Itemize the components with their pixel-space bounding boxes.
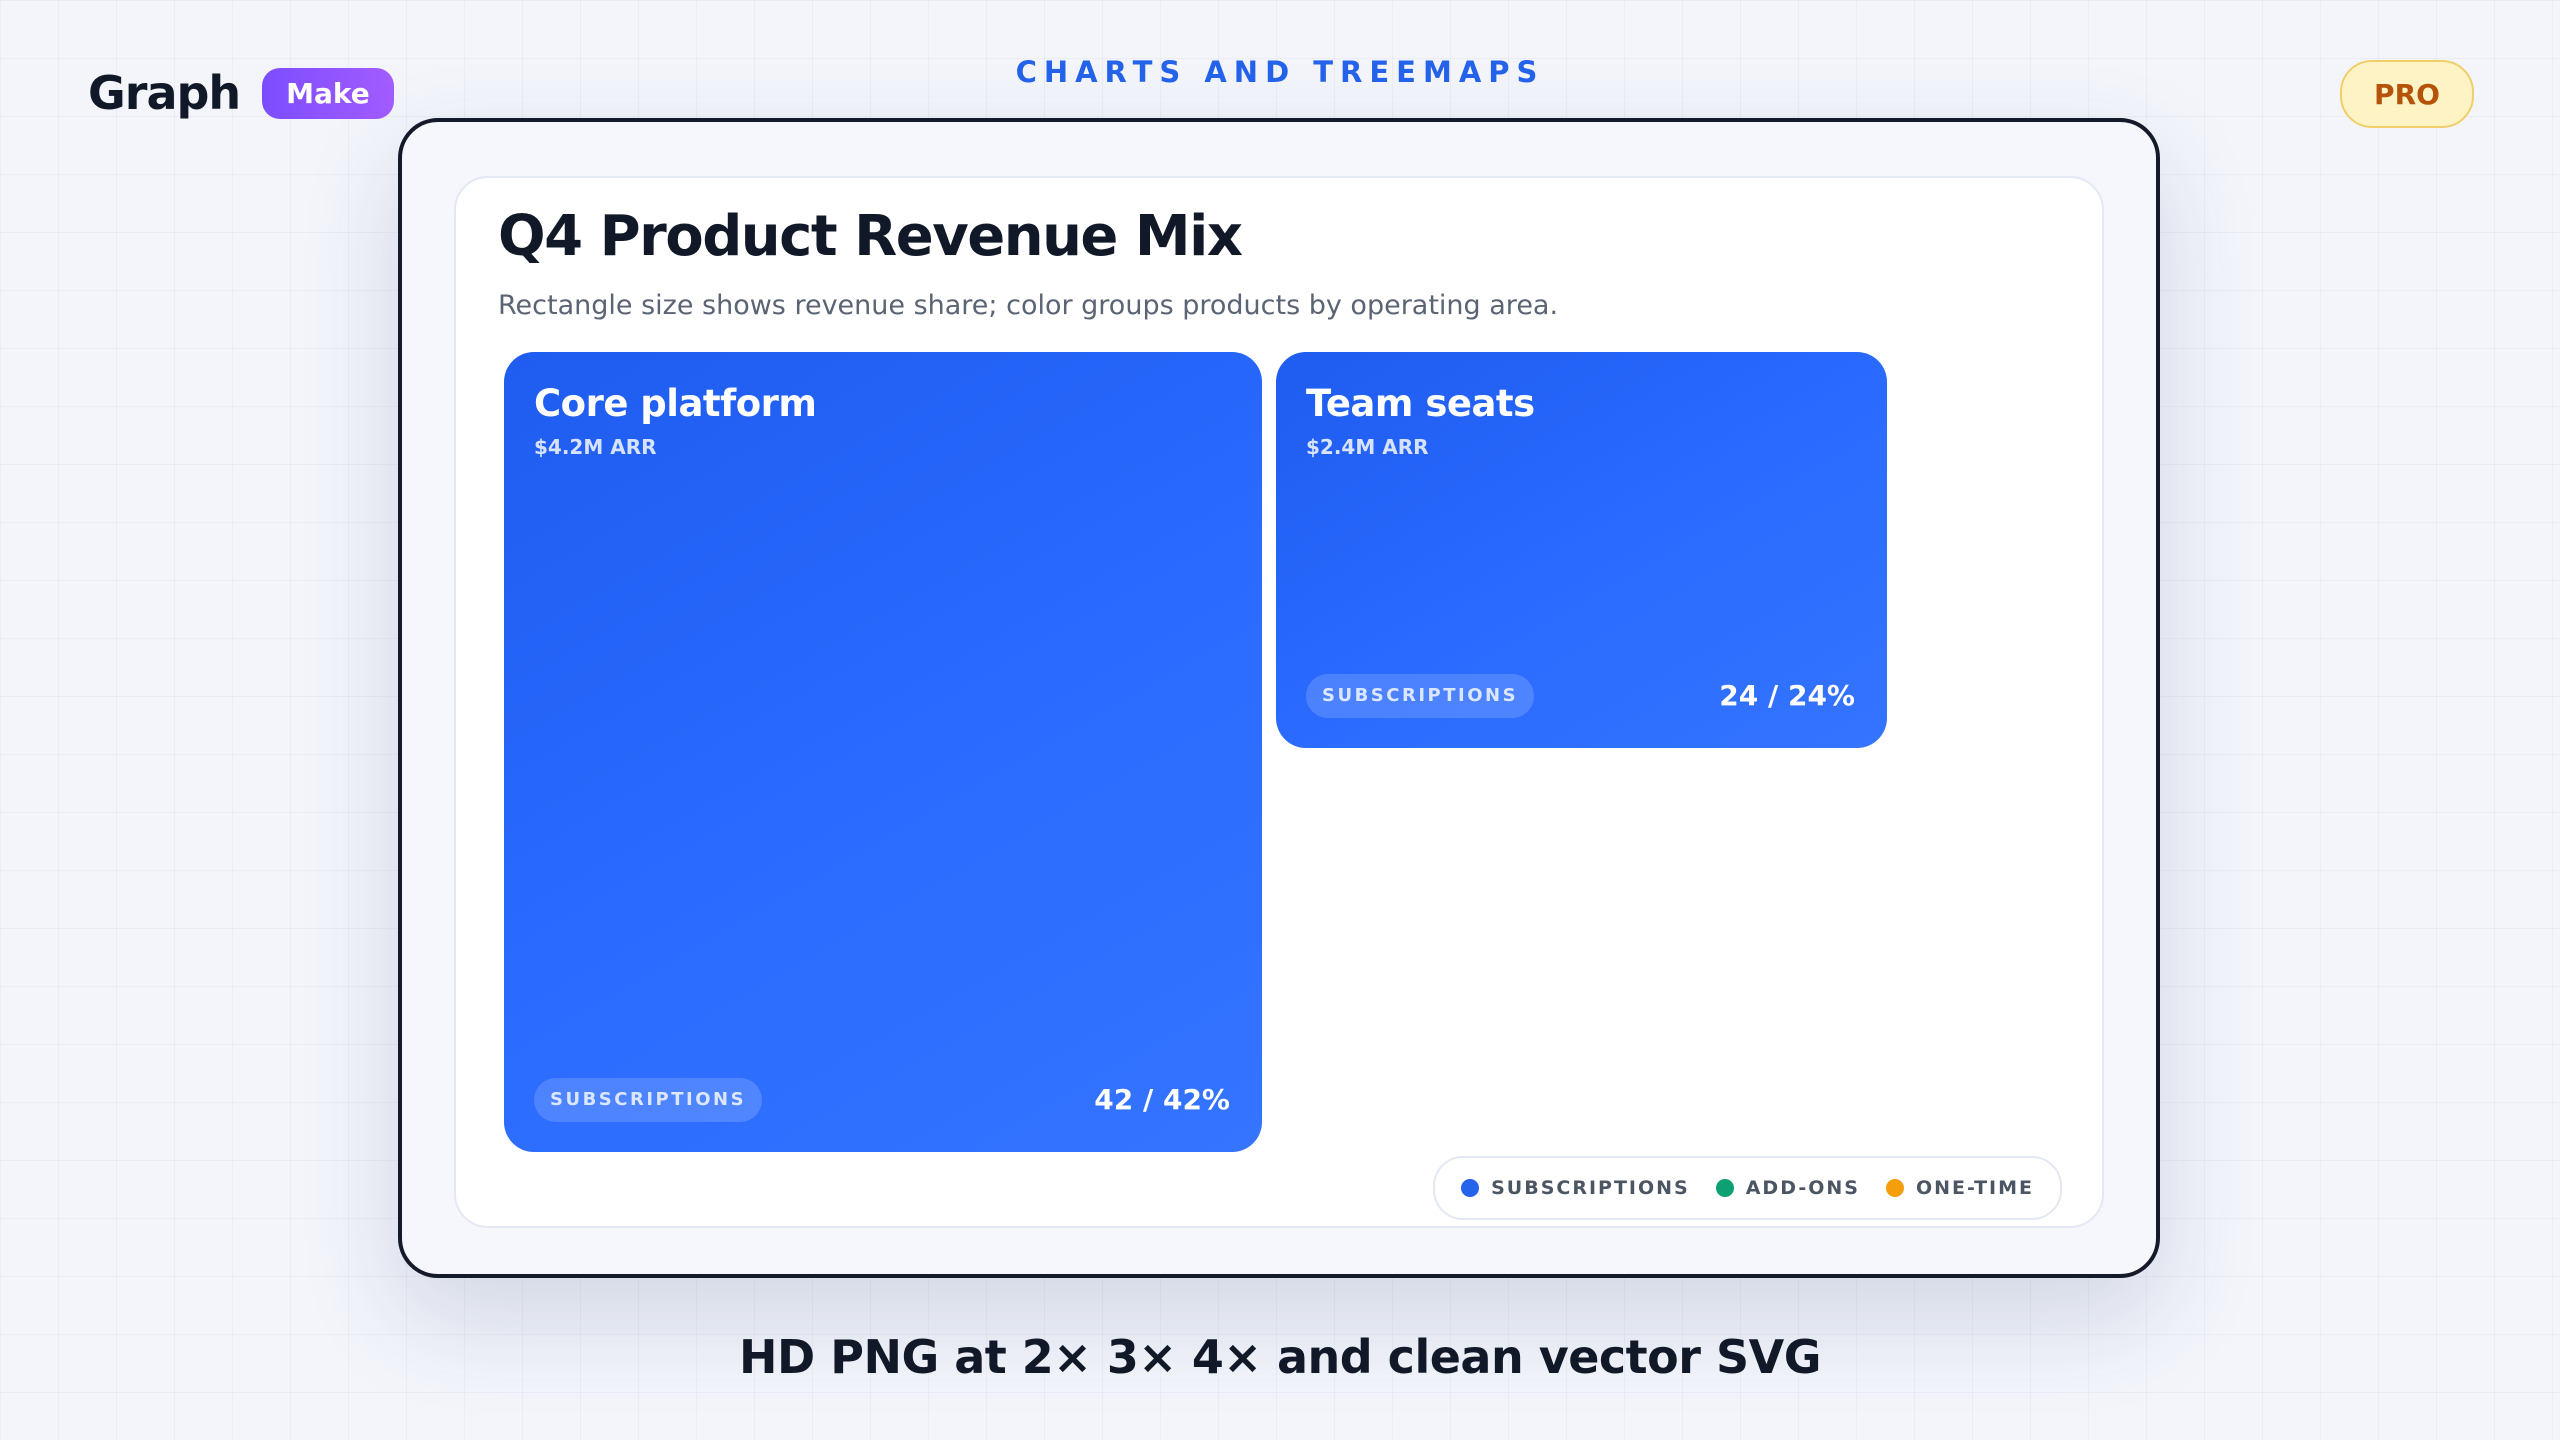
chart-card: Q4 Product Revenue Mix Rectangle size sh… xyxy=(454,176,2104,1228)
footer-caption: HD PNG at 2× 3× 4× and clean vector SVG xyxy=(739,1330,1821,1384)
page-header-title: CHARTS AND TREEMAPS xyxy=(1015,55,1545,89)
legend-dot-subscriptions xyxy=(1461,1179,1480,1197)
preview-frame: Q4 Product Revenue Mix Rectangle size sh… xyxy=(398,118,2160,1278)
tile-value: $4.2M ARR xyxy=(534,435,657,459)
legend-dot-add-ons xyxy=(1715,1179,1734,1197)
legend-item-add-ons: ADD-ONS xyxy=(1715,1177,1860,1199)
tile-share: 42 / 42% xyxy=(1094,1083,1230,1116)
treemap-area: Core platform $4.2M ARR SUBSCRIPTIONS 42 / … xyxy=(456,178,2106,1230)
tile-share: 24 / 24% xyxy=(1719,679,1855,712)
tile-group-tag: SUBSCRIPTIONS xyxy=(1306,674,1535,718)
legend-dot-one-time xyxy=(1885,1179,1904,1197)
tile-name: Team seats xyxy=(1306,382,1535,425)
pro-badge[interactable]: PRO xyxy=(2340,60,2474,128)
treemap-tile-core-platform[interactable]: Core platform $4.2M ARR SUBSCRIPTIONS 42 / … xyxy=(504,352,1262,1152)
tile-value: $2.4M ARR xyxy=(1306,435,1429,459)
tile-group-tag: SUBSCRIPTIONS xyxy=(534,1078,763,1122)
legend-label-add-ons: ADD-ONS xyxy=(1745,1177,1860,1199)
legend-item-subscriptions: SUBSCRIPTIONS xyxy=(1461,1177,1690,1199)
tile-name: Core platform xyxy=(534,382,817,425)
treemap-tile-team-seats[interactable]: Team seats $2.4M ARR SUBSCRIPTIONS 24 / 24% xyxy=(1276,352,1887,748)
legend-item-one-time: ONE-TIME xyxy=(1885,1177,2034,1199)
legend-label-subscriptions: SUBSCRIPTIONS xyxy=(1491,1177,1690,1199)
legend-label-one-time: ONE-TIME xyxy=(1915,1177,2034,1199)
chart-legend: SUBSCRIPTIONS ADD-ONS ONE-TIME xyxy=(1433,1156,2062,1220)
